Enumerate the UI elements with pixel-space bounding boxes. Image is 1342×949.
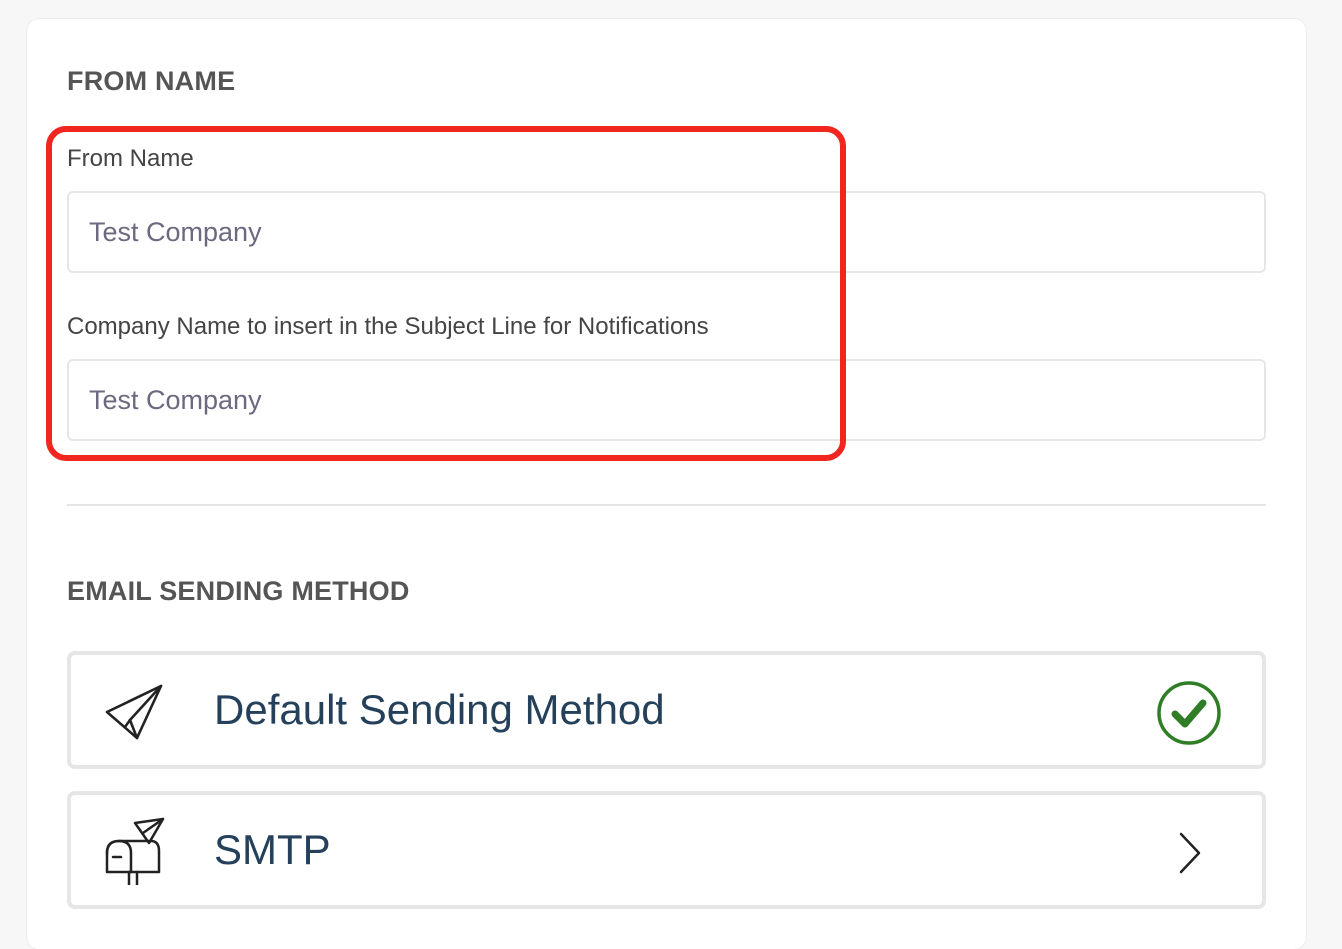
from-name-section-heading: FROM NAME: [67, 66, 236, 96]
check-circle-icon: [1157, 681, 1221, 745]
chevron-right-icon: [1179, 832, 1201, 874]
from-name-input[interactable]: [67, 191, 1266, 273]
subject-company-input[interactable]: [67, 359, 1266, 441]
smtp-label: SMTP: [214, 826, 331, 873]
default-sending-method-option[interactable]: Default Sending Method: [67, 651, 1266, 769]
subject-company-label: Company Name to insert in the Subject Li…: [67, 313, 709, 340]
paper-plane-icon: [105, 684, 163, 740]
email-sending-method-heading: EMAIL SENDING METHOD: [67, 576, 410, 606]
default-sending-method-label: Default Sending Method: [214, 686, 665, 733]
from-name-label: From Name: [67, 145, 194, 172]
smtp-option[interactable]: SMTP: [67, 791, 1266, 909]
section-divider: [67, 504, 1266, 506]
mailbox-icon: [105, 817, 165, 885]
